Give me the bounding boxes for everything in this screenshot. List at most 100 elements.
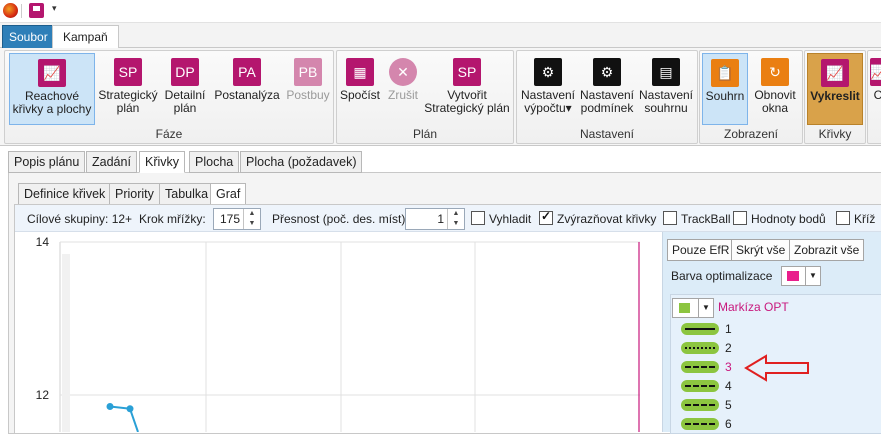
only-efr-button[interactable]: Pouze EfR bbox=[667, 239, 735, 261]
clipboard-icon: 📋 bbox=[711, 59, 739, 87]
tab-plocha-pozadavek[interactable]: Plocha (požadavek) bbox=[240, 151, 363, 173]
precision-spinner[interactable]: 1 ▲ ▼ bbox=[405, 208, 465, 230]
pa-icon: PA bbox=[233, 58, 261, 86]
cancel-button[interactable]: ✕ Zrušit bbox=[383, 53, 423, 123]
summary-button[interactable]: 📋 Souhrn bbox=[702, 53, 748, 125]
tab-graf[interactable]: Graf bbox=[210, 183, 247, 205]
button-label: Postanalýza bbox=[214, 88, 280, 102]
chart-background bbox=[15, 232, 660, 432]
calc-settings-button[interactable]: ⚙ Nastavení výpočtu▾ bbox=[519, 53, 577, 123]
y-tick-label: 12 bbox=[36, 388, 50, 402]
grid-step-value: 175 bbox=[219, 212, 240, 226]
postbuy-button[interactable]: PB Postbuy bbox=[285, 53, 331, 123]
tab-soubor[interactable]: Soubor bbox=[2, 25, 55, 49]
overflow-button[interactable]: 📈 C bbox=[870, 53, 881, 123]
spinner-arrows-icon[interactable]: ▲ ▼ bbox=[243, 209, 260, 229]
precision-label: Přesnost (poč. des. míst): bbox=[272, 212, 409, 226]
group-nastaveni: ⚙ Nastavení výpočtu▾ ⚙ Nastavení podmíne… bbox=[516, 50, 698, 144]
curve-label-highlighted: 3 bbox=[725, 360, 732, 374]
postanalysis-button[interactable]: PA Postanalýza bbox=[211, 53, 283, 123]
show-all-button[interactable]: Zobrazit vše bbox=[789, 239, 865, 261]
ribbon-tabs: Soubor Kampaň bbox=[0, 23, 881, 49]
qat-separator bbox=[21, 4, 22, 18]
opt-color-dropdown[interactable]: ▼ bbox=[781, 266, 821, 286]
app-logo-icon[interactable] bbox=[3, 3, 18, 18]
hide-all-button[interactable]: Skrýt vše bbox=[731, 239, 791, 261]
station-name: Markíza OPT bbox=[718, 300, 789, 314]
station-color-dropdown[interactable]: ▼ bbox=[672, 298, 714, 318]
strategic-plan-button[interactable]: SP Strategický plán bbox=[97, 53, 159, 123]
curve-style-dotted[interactable] bbox=[681, 342, 719, 354]
spinner-arrows-icon[interactable]: ▲ ▼ bbox=[447, 209, 464, 229]
reach-curves-button[interactable]: 📈 Reachové křivky a plochy bbox=[9, 53, 95, 125]
highlight-checkbox[interactable] bbox=[539, 209, 553, 225]
button-label: výpočtu▾ bbox=[524, 101, 572, 115]
tab-kampan[interactable]: Kampaň bbox=[52, 25, 119, 49]
group-faze: 📈 Reachové křivky a plochy SP Strategick… bbox=[4, 50, 334, 144]
curve-style-dashed[interactable] bbox=[681, 418, 719, 430]
tab-krivky[interactable]: Křivky bbox=[139, 151, 186, 173]
tab-plocha[interactable]: Plocha bbox=[189, 151, 240, 173]
gear-icon: ⚙ bbox=[593, 58, 621, 86]
calculate-button[interactable]: ▦ Spočíst bbox=[339, 53, 381, 123]
calculator-icon: ▦ bbox=[346, 58, 374, 86]
sp-create-icon: SP bbox=[453, 58, 481, 86]
group-label-krivky: Křivky bbox=[818, 127, 852, 141]
highlight-label: Zvýrazňovat křivky bbox=[557, 212, 657, 226]
group-zobrazeni: 📋 Souhrn ↻ Obnovit okna Zobrazení bbox=[699, 50, 803, 144]
graph-toolbar: Cílové skupiny: 12+ Krok mřížky: 175 ▲ ▼ … bbox=[15, 205, 881, 232]
opt-color-label: Barva optimalizace bbox=[671, 269, 773, 283]
group-overflow: 📈 C bbox=[867, 50, 881, 144]
series-point[interactable] bbox=[126, 405, 134, 413]
group-label-plan: Plán bbox=[412, 127, 438, 141]
cancel-icon: ✕ bbox=[389, 58, 417, 86]
tab-definice-krivek[interactable]: Definice křivek bbox=[18, 183, 112, 205]
refresh-windows-button[interactable]: ↻ Obnovit okna bbox=[750, 53, 800, 123]
sp-icon: SP bbox=[114, 58, 142, 86]
button-label: okna bbox=[761, 101, 789, 115]
draw-button[interactable]: 📈 Vykreslit bbox=[807, 53, 863, 125]
button-label: Vykreslit bbox=[810, 89, 860, 103]
chart-icon: 📈 bbox=[38, 59, 66, 87]
tab-zadani[interactable]: Zadání bbox=[86, 151, 137, 173]
create-strategic-plan-button[interactable]: SP Vytvořit Strategický plán bbox=[423, 53, 511, 123]
chevron-down-icon[interactable]: ▼ bbox=[698, 299, 713, 317]
tab-priority[interactable]: Priority bbox=[109, 183, 160, 205]
chart-svg: 14 12 bbox=[15, 232, 660, 433]
button-label: křivky a plochy bbox=[12, 102, 92, 116]
smooth-checkbox[interactable] bbox=[471, 211, 485, 225]
button-label: Spočíst bbox=[339, 88, 381, 102]
pb-icon: PB bbox=[294, 58, 322, 86]
cross-label: Kříž bbox=[854, 212, 876, 226]
series-point[interactable] bbox=[106, 402, 114, 410]
precision-value: 1 bbox=[437, 212, 444, 226]
cross-checkbox[interactable] bbox=[836, 211, 850, 225]
curve-style-dashed[interactable] bbox=[681, 380, 719, 392]
save-icon[interactable] bbox=[29, 3, 44, 18]
grid-step-spinner[interactable]: 175 ▲ ▼ bbox=[213, 208, 261, 230]
draw-chart-icon: 📈 bbox=[821, 59, 849, 87]
curve-style-dashed[interactable] bbox=[681, 399, 719, 411]
curve-label: 1 bbox=[725, 322, 732, 336]
summary-settings-button[interactable]: ▤ Nastavení souhrnu bbox=[637, 53, 695, 123]
title-bar: ▾ bbox=[0, 0, 881, 23]
chart-scrollbar[interactable] bbox=[62, 254, 70, 432]
button-label: Postbuy bbox=[286, 88, 330, 102]
trackball-checkbox[interactable] bbox=[663, 211, 677, 225]
group-label-faze: Fáze bbox=[155, 127, 183, 141]
detail-plan-button[interactable]: DP Detailní plán bbox=[163, 53, 207, 123]
curve-style-solid[interactable] bbox=[681, 323, 719, 335]
tab-tabulka[interactable]: Tabulka bbox=[159, 183, 215, 205]
chart-icon: 📈 bbox=[870, 58, 881, 86]
tab-popis-planu[interactable]: Popis plánu bbox=[8, 151, 86, 173]
curve-style-dashed[interactable] bbox=[681, 361, 719, 373]
opt-color-swatch bbox=[787, 271, 799, 281]
reach-chart[interactable]: 14 12 bbox=[15, 232, 660, 433]
chevron-down-icon[interactable]: ▼ bbox=[805, 267, 820, 285]
curve-label: 4 bbox=[725, 379, 732, 393]
conditions-settings-button[interactable]: ⚙ Nastavení podmínek bbox=[577, 53, 637, 123]
qat-customize-arrow[interactable]: ▾ bbox=[52, 3, 57, 14]
y-tick-label: 14 bbox=[36, 235, 50, 249]
values-checkbox[interactable] bbox=[733, 211, 747, 225]
group-label-zobrazeni: Zobrazení bbox=[723, 127, 779, 141]
